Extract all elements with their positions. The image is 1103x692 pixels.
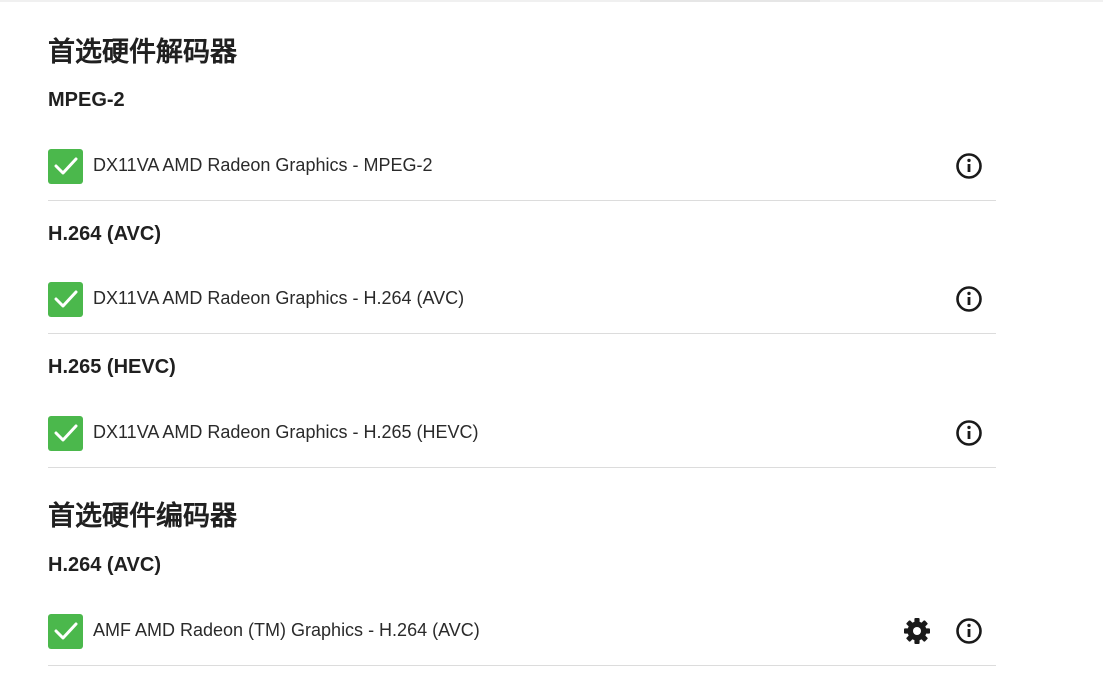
encoder-checkbox-h264[interactable] <box>48 614 83 649</box>
info-circle-icon <box>956 420 982 446</box>
decoder-label-mpeg2: DX11VA AMD Radeon Graphics - MPEG-2 <box>93 155 433 175</box>
decoder-checkbox-h265[interactable] <box>48 416 83 451</box>
settings-button-encoder-h264[interactable] <box>902 616 932 646</box>
check-icon <box>54 424 78 442</box>
encoder-label-h264: AMF AMD Radeon (TM) Graphics - H.264 (AV… <box>93 620 480 640</box>
codec-title-encoder-h264: H.264 (AVC) <box>48 554 161 576</box>
decoder-label-h265: DX11VA AMD Radeon Graphics - H.265 (HEVC… <box>93 422 479 442</box>
codec-title-mpeg2: MPEG-2 <box>48 89 125 111</box>
check-icon <box>54 290 78 308</box>
decoder-checkbox-mpeg2[interactable] <box>48 149 83 184</box>
info-circle-icon <box>956 153 982 179</box>
codec-title-h265: H.265 (HEVC) <box>48 356 176 378</box>
check-icon <box>54 157 78 175</box>
check-icon <box>54 622 78 640</box>
top-divider <box>0 0 1103 2</box>
decoder-row-h265: DX11VA AMD Radeon Graphics - H.265 (HEVC… <box>48 401 996 468</box>
decoder-row-h264: DX11VA AMD Radeon Graphics - H.264 (AVC) <box>48 267 996 334</box>
info-button-encoder-h264[interactable] <box>954 616 984 646</box>
decoder-checkbox-h264[interactable] <box>48 282 83 317</box>
info-circle-icon <box>956 286 982 312</box>
info-button-mpeg2[interactable] <box>954 151 984 181</box>
info-circle-icon <box>956 618 982 644</box>
gear-icon <box>904 618 930 644</box>
info-button-h264[interactable] <box>954 284 984 314</box>
info-button-h265[interactable] <box>954 418 984 448</box>
codec-title-h264: H.264 (AVC) <box>48 223 161 245</box>
encoders-section-title: 首选硬件编码器 <box>48 501 237 532</box>
decoders-section-title: 首选硬件解码器 <box>48 37 237 68</box>
decoder-label-h264: DX11VA AMD Radeon Graphics - H.264 (AVC) <box>93 288 465 308</box>
encoder-row-h264: AMF AMD Radeon (TM) Graphics - H.264 (AV… <box>48 599 996 666</box>
decoder-row-mpeg2: DX11VA AMD Radeon Graphics - MPEG-2 <box>48 134 996 201</box>
